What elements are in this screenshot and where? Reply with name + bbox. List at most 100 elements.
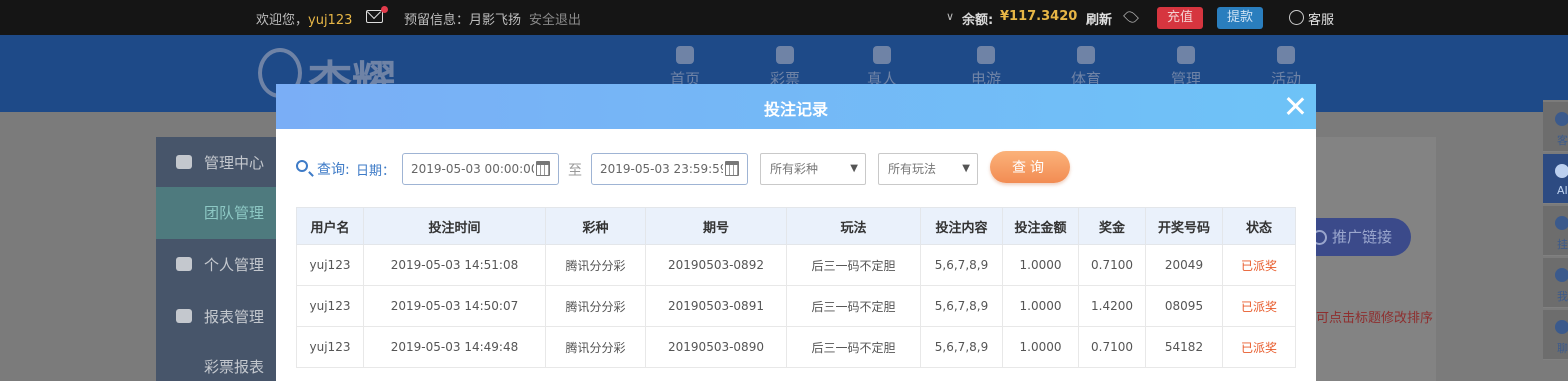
rail-item-chat[interactable]: 聊 — [1543, 310, 1568, 360]
col-header-draw-number[interactable]: 开奖号码 — [1145, 207, 1223, 245]
caret-down-icon: ▼ — [962, 163, 970, 174]
sort-hint: 可点击标题修改排序 — [1316, 311, 1434, 326]
col-header-content[interactable]: 投注内容 — [920, 207, 1003, 245]
cell-username: yuj123 — [296, 326, 364, 368]
service-icon — [1555, 112, 1568, 126]
table-row[interactable]: yuj123 2019-05-03 14:50:07 腾讯分分彩 2019050… — [296, 285, 1296, 327]
balance-label: 余额: — [962, 13, 994, 28]
cell-content: 5,6,7,8,9 — [920, 326, 1003, 368]
cell-lottery: 腾讯分分彩 — [545, 285, 646, 327]
reserved-info: 预留信息：月影飞扬 — [404, 13, 522, 28]
users-icon — [1177, 46, 1195, 64]
cell-lottery: 腾讯分分彩 — [545, 244, 646, 286]
gift-icon — [1277, 46, 1295, 64]
cell-draw-number: 54182 — [1145, 326, 1223, 368]
cell-play: 后三一码不定胆 — [786, 244, 921, 286]
table-row[interactable]: yuj123 2019-05-03 14:51:08 腾讯分分彩 2019050… — [296, 244, 1296, 286]
users-icon — [176, 155, 192, 169]
rail-item-hook[interactable]: 挂 — [1543, 206, 1568, 256]
play-type-select[interactable]: 所有玩法 ▼ — [878, 153, 978, 185]
cell-status: 已派奖 — [1222, 326, 1296, 368]
sidebar-item-report-management[interactable]: 报表管理 — [156, 291, 276, 343]
cell-prize: 1.4200 — [1078, 285, 1146, 327]
cell-play: 后三一码不定胆 — [786, 326, 921, 368]
cell-status: 已派奖 — [1222, 244, 1296, 286]
eye-icon[interactable] — [1123, 9, 1139, 25]
calendar-icon[interactable] — [536, 161, 550, 176]
home-icon — [676, 46, 694, 64]
rail-item-app[interactable]: AI — [1543, 154, 1568, 204]
lottery-type-select[interactable]: 所有彩种 ▼ — [760, 153, 866, 185]
cell-bet-time: 2019-05-03 14:50:07 — [363, 285, 546, 327]
col-header-amount[interactable]: 投注金额 — [1002, 207, 1079, 245]
table-row[interactable]: yuj123 2019-05-03 14:49:48 腾讯分分彩 2019050… — [296, 326, 1296, 368]
bet-records-table: 用户名 投注时间 彩种 期号 玩法 投注内容 投注金额 奖金 开奖号码 状态 y… — [296, 207, 1296, 368]
col-header-status[interactable]: 状态 — [1222, 207, 1296, 245]
cell-amount: 1.0000 — [1002, 244, 1079, 286]
cell-issue: 20190503-0890 — [645, 326, 787, 368]
caret-down-icon: ▼ — [850, 163, 858, 174]
top-bar: 欢迎您，yuj123 预留信息：月影飞扬 安全退出 ∨ 余额: ¥117.342… — [0, 0, 1568, 35]
user-icon — [176, 257, 192, 271]
modal-header: 投注记录 — [276, 84, 1316, 129]
cell-amount: 1.0000 — [1002, 285, 1079, 327]
welcome-text: 欢迎您，yuj123 — [256, 13, 353, 28]
bet-records-modal: 投注记录 查询: 日期： 至 所有彩种▼ 所有玩法▼ 查询 用户名 投注时间 彩… — [276, 84, 1316, 381]
cell-play: 后三一码不定胆 — [786, 285, 921, 327]
cell-bet-time: 2019-05-03 14:51:08 — [363, 244, 546, 286]
main-card — [1316, 137, 1436, 381]
chevron-down-icon[interactable]: ∨ — [946, 10, 954, 23]
rail-item-service[interactable]: 客 — [1543, 102, 1568, 152]
cell-draw-number: 20049 — [1145, 244, 1223, 286]
close-icon[interactable] — [1284, 95, 1306, 117]
col-header-username[interactable]: 用户名 — [296, 207, 364, 245]
sidebar-item-team-management[interactable]: 团队管理 — [156, 187, 276, 239]
cell-issue: 20190503-0892 — [645, 244, 787, 286]
nav-item-live[interactable]: 真人 — [852, 46, 912, 89]
nav-item-home[interactable]: 首页 — [655, 46, 715, 89]
lottery-icon — [776, 46, 794, 64]
cell-username: yuj123 — [296, 244, 364, 286]
cell-content: 5,6,7,8,9 — [920, 285, 1003, 327]
col-header-bet-time[interactable]: 投注时间 — [363, 207, 546, 245]
nav-item-sports[interactable]: 体育 — [1056, 46, 1116, 89]
withdraw-button[interactable]: 提款 — [1217, 7, 1264, 29]
table-header-row: 用户名 投注时间 彩种 期号 玩法 投注内容 投注金额 奖金 开奖号码 状态 — [296, 207, 1296, 245]
nav-item-events[interactable]: 活动 — [1256, 46, 1316, 89]
nav-item-lottery[interactable]: 彩票 — [755, 46, 815, 89]
cell-prize: 0.7100 — [1078, 244, 1146, 286]
report-icon — [176, 309, 192, 323]
refresh-button[interactable]: 刷新 — [1086, 9, 1112, 28]
notification-dot — [381, 6, 388, 13]
sidebar-item-personal-management[interactable]: 个人管理 — [156, 239, 276, 291]
recharge-button[interactable]: 充值 — [1157, 7, 1204, 29]
sidebar-item-lottery-report[interactable]: 彩票报表 — [156, 341, 276, 381]
games-icon — [977, 46, 995, 64]
cell-issue: 20190503-0891 — [645, 285, 787, 327]
calendar-icon[interactable] — [725, 161, 739, 176]
logout-link[interactable]: 安全退出 — [529, 9, 581, 28]
sidebar-item-management-center[interactable]: 管理中心 — [156, 137, 276, 189]
trophy-icon — [1077, 46, 1095, 64]
service-icon[interactable] — [1289, 10, 1304, 25]
col-header-play[interactable]: 玩法 — [786, 207, 921, 245]
live-icon — [873, 46, 891, 64]
service-link[interactable]: 客服 — [1308, 9, 1334, 28]
search-icon — [296, 160, 308, 172]
date-label: 日期： — [356, 164, 396, 179]
cell-username: yuj123 — [296, 285, 364, 327]
col-header-prize[interactable]: 奖金 — [1078, 207, 1146, 245]
col-header-issue[interactable]: 期号 — [645, 207, 787, 245]
nav-item-games[interactable]: 电游 — [956, 46, 1016, 89]
chat-icon — [1555, 320, 1568, 334]
mail-icon[interactable] — [366, 10, 383, 23]
nav-item-manage[interactable]: 管理 — [1156, 46, 1216, 89]
rail-item-me[interactable]: 我 — [1543, 258, 1568, 308]
modal-title: 投注记录 — [763, 100, 828, 119]
cell-amount: 1.0000 — [1002, 326, 1079, 368]
query-label: 查询: — [317, 162, 350, 178]
query-button[interactable]: 查询 — [990, 151, 1070, 183]
phone-icon — [1555, 164, 1568, 178]
col-header-lottery[interactable]: 彩种 — [545, 207, 646, 245]
username: yuj123 — [308, 13, 353, 28]
